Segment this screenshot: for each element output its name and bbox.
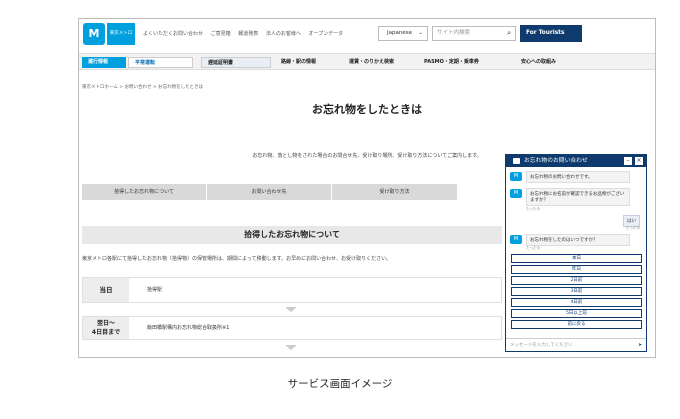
chat-message: お忘れ物のお問い合わせです。 [526, 171, 630, 183]
language-select[interactable]: Japanese ⌄ [378, 26, 428, 41]
section-heading: 拾得したお忘れ物について [82, 226, 502, 244]
storage-row: 翌日〜 4日目まで 飯田橋駅構内お忘れ物総合取扱所※1 [82, 316, 502, 340]
section-description: 東京メトロ各駅にて拾得したお忘れ物（拾得物）の保管場所は、期間によって移動します… [82, 256, 392, 262]
top-link-corporate[interactable]: 法人のお客様へ [266, 31, 301, 37]
option-5plus-button[interactable]: 5日以上前 [511, 309, 642, 318]
breadcrumb: 東京メトロホーム > お問い合わせ > お忘れ物をしたときは [82, 85, 204, 90]
chevron-down-icon: ⌄ [418, 30, 423, 36]
chat-title: お忘れ物のお問い合わせ [524, 158, 588, 164]
message-timestamp: たった今 [626, 226, 640, 230]
search-input[interactable]: サイト内検索 ⌕ [432, 26, 516, 41]
message-timestamp: たった今 [526, 246, 540, 250]
tab-found-items[interactable]: 拾得したお忘れ物について [82, 184, 206, 200]
option-today-button[interactable]: 本日 [511, 254, 642, 263]
metro-logo-text[interactable]: 東京メトロ [107, 23, 135, 45]
storage-row-text: 飯田橋駅構内お忘れ物総合取扱所※1 [147, 325, 230, 331]
chat-message-input[interactable]: メッセージを入力してください ➤ [506, 338, 646, 351]
chat-input-placeholder: メッセージを入力してください [510, 343, 573, 348]
top-link-faq[interactable]: よくいただくお問い合わせ [143, 31, 203, 37]
language-select-value: Japanese [387, 30, 412, 36]
bot-avatar: M [510, 235, 522, 244]
for-tourists-button[interactable]: For Tourists [520, 25, 582, 42]
top-link-press[interactable]: 報道発表 [238, 31, 258, 37]
down-arrow-icon [285, 345, 297, 350]
message-timestamp: たった今 [526, 207, 540, 211]
top-link-feedback[interactable]: ご意見箱 [211, 31, 231, 37]
storage-row-label: 当日 [83, 278, 129, 302]
storage-row-label: 翌日〜 4日目まで [83, 317, 129, 339]
option-2days-button[interactable]: 2日前 [511, 276, 642, 285]
nav-item-pasmo[interactable]: PASMO・定期・乗車券 [424, 57, 479, 68]
search-placeholder: サイト内検索 [437, 30, 471, 36]
storage-row: 当日 拾得駅 [82, 277, 502, 303]
minimize-icon[interactable]: – [624, 157, 632, 165]
chat-header: お忘れ物のお問い合わせ – × [506, 155, 646, 167]
option-4days-button[interactable]: 4日前 [511, 298, 642, 307]
back-button[interactable]: 前に戻る [511, 320, 642, 329]
tab-pickup[interactable]: 受け取り方法 [332, 184, 457, 200]
nav-item-fare[interactable]: 運賃・のりかえ検索 [349, 57, 394, 68]
figure-caption: サービス画面イメージ [287, 378, 393, 390]
top-links: よくいただくお問い合わせ ご意見箱 報道発表 法人のお客様へ オープンデータ [143, 30, 349, 37]
chat-message: お忘れ物にお名前が確認できるお品物がございますか？ [526, 188, 630, 206]
send-icon[interactable]: ➤ [638, 339, 642, 352]
down-arrow-icon [285, 307, 297, 312]
delay-certificate-button[interactable]: 遅延証明書 [201, 57, 271, 68]
browser-screenshot-frame: M 東京メトロ よくいただくお問い合わせ ご意見箱 報道発表 法人のお客様へ オ… [78, 18, 656, 358]
storage-row-text: 拾得駅 [147, 287, 163, 293]
metro-logo-icon[interactable]: M [83, 23, 105, 45]
page-title: お忘れ物をしたときは [312, 103, 422, 116]
chat-widget: お忘れ物のお問い合わせ – × M お忘れ物のお問い合わせです。 M お忘れ物に… [505, 154, 647, 352]
anchor-tabs: 拾得したお忘れ物について お問い合わせ先 受け取り方法 [82, 184, 457, 200]
option-3days-button[interactable]: 3日前 [511, 287, 642, 296]
search-icon[interactable]: ⌕ [507, 27, 511, 40]
operation-status[interactable]: 平常運転 [128, 57, 193, 68]
nav-item-lines[interactable]: 路線・駅の情報 [281, 57, 316, 68]
top-link-opendata[interactable]: オープンデータ [308, 31, 343, 37]
bot-avatar: M [510, 172, 522, 181]
close-icon[interactable]: × [635, 157, 643, 165]
option-yesterday-button[interactable]: 昨日 [511, 265, 642, 274]
nav-item-safety[interactable]: 安心への取組み [521, 57, 556, 68]
site-header: M 東京メトロ よくいただくお問い合わせ ご意見箱 報道発表 法人のお客様へ オ… [79, 19, 655, 52]
bot-avatar: M [510, 189, 522, 198]
operation-info-tab[interactable]: 運行情報 [82, 57, 126, 68]
tourists-label: For Tourists [526, 30, 565, 36]
chat-bubble-icon [513, 158, 520, 164]
global-nav: 運行情報 平常運転 遅延証明書 路線・駅の情報 運賃・のりかえ検索 PASMO・… [79, 53, 655, 70]
chat-message: お忘れ物をしたのはいつですか？ [526, 234, 630, 246]
tab-contact[interactable]: お問い合わせ先 [207, 184, 331, 200]
